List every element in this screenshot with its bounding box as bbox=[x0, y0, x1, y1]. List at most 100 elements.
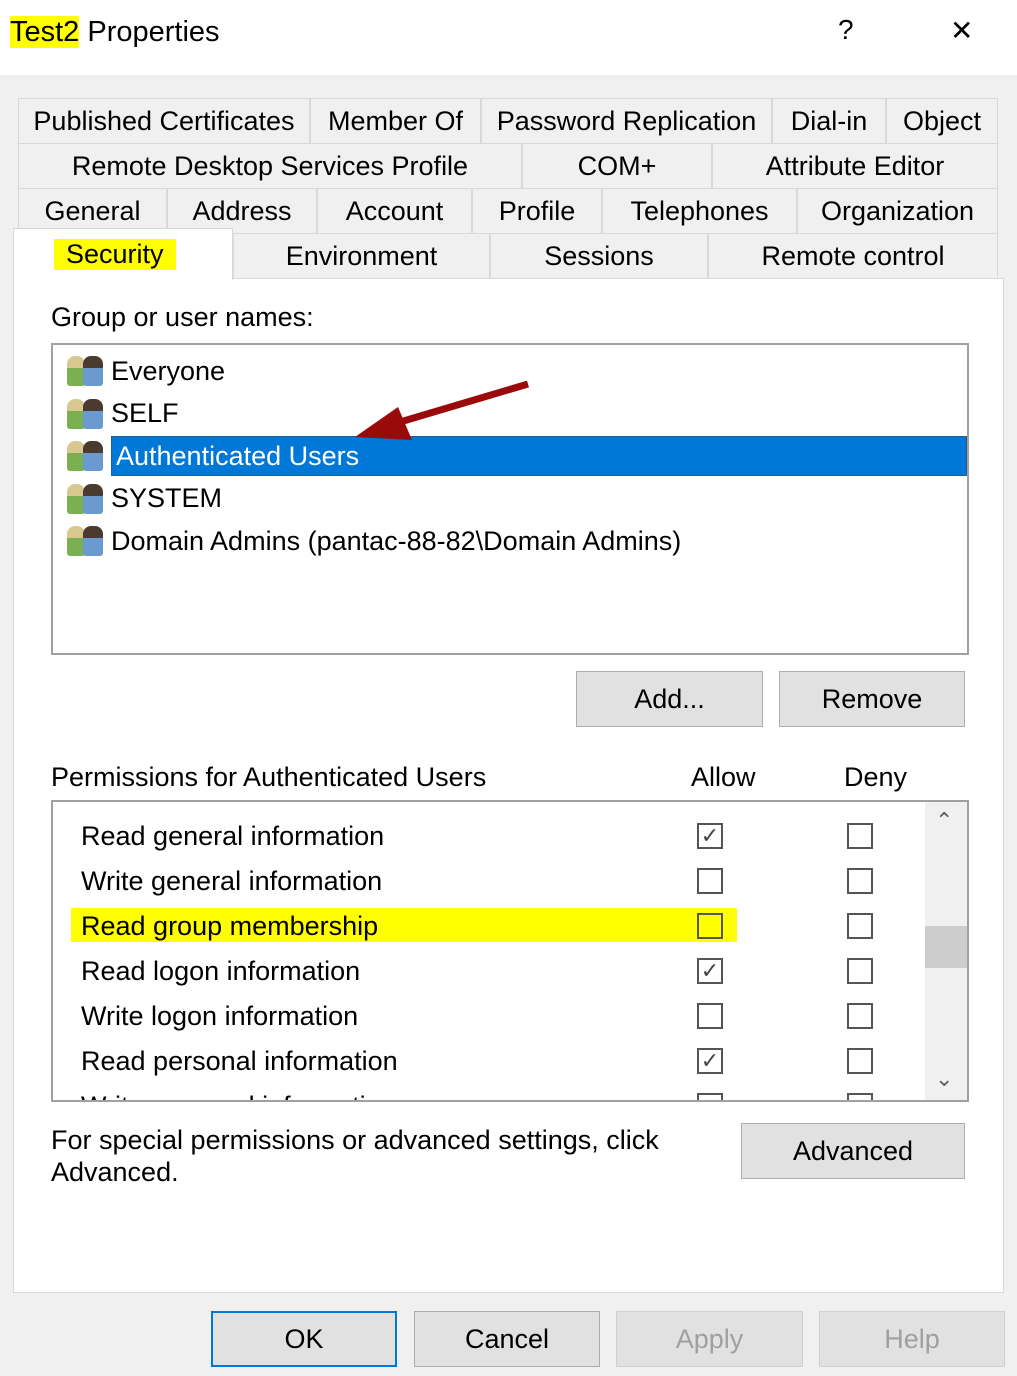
help-dialog-button[interactable]: Help bbox=[819, 1311, 1005, 1367]
users-group-icon bbox=[65, 524, 105, 558]
allow-checkbox[interactable] bbox=[697, 913, 723, 939]
tab-published-certificates[interactable]: Published Certificates bbox=[18, 98, 310, 143]
permission-name: Read group membership bbox=[81, 911, 379, 941]
allow-checkbox[interactable] bbox=[697, 1003, 723, 1029]
allow-checkbox[interactable]: ✓ bbox=[697, 1048, 723, 1074]
tab-environment[interactable]: Environment bbox=[233, 233, 490, 278]
tab-address[interactable]: Address bbox=[167, 188, 317, 233]
allow-checkbox[interactable] bbox=[697, 1093, 723, 1100]
window-title: Test2 Properties bbox=[10, 16, 220, 49]
tab-com-[interactable]: COM+ bbox=[522, 143, 712, 188]
add-button[interactable]: Add... bbox=[576, 671, 763, 727]
deny-checkbox[interactable] bbox=[847, 958, 873, 984]
deny-checkbox[interactable] bbox=[847, 868, 873, 894]
user-list-item[interactable]: SELF bbox=[65, 394, 179, 434]
tab-telephones[interactable]: Telephones bbox=[602, 188, 797, 233]
deny-checkbox[interactable] bbox=[847, 1003, 873, 1029]
tab-remote-control[interactable]: Remote control bbox=[708, 233, 998, 278]
title-highlight: Test2 bbox=[10, 16, 80, 48]
permission-name: Write general information bbox=[81, 866, 383, 896]
remove-button[interactable]: Remove bbox=[779, 671, 965, 727]
tab-label: Organization bbox=[820, 195, 975, 226]
permission-row: Write general information bbox=[53, 861, 923, 906]
user-name: Domain Admins (pantac-88-82\Domain Admin… bbox=[111, 525, 682, 556]
tab-attribute-editor[interactable]: Attribute Editor bbox=[712, 143, 998, 188]
user-name: SYSTEM bbox=[111, 483, 223, 513]
tab-sessions[interactable]: Sessions bbox=[490, 233, 708, 278]
tab-label: General bbox=[44, 195, 141, 226]
deny-header: Deny bbox=[844, 762, 908, 792]
deny-checkbox[interactable] bbox=[847, 823, 873, 849]
permission-name: Read logon information bbox=[81, 956, 361, 986]
permissions-label: Permissions for Authenticated Users bbox=[51, 762, 487, 792]
users-group-icon bbox=[65, 439, 105, 473]
permission-row: Read group membership bbox=[53, 906, 923, 951]
tab-password-replication[interactable]: Password Replication bbox=[481, 98, 772, 143]
tab-remote-desktop-services-profile[interactable]: Remote Desktop Services Profile bbox=[18, 143, 522, 188]
tab-object[interactable]: Object bbox=[886, 98, 998, 143]
users-group-icon bbox=[65, 354, 105, 388]
tab-profile[interactable]: Profile bbox=[472, 188, 602, 233]
ok-button[interactable]: OK bbox=[211, 1311, 397, 1367]
tab-label: Remote Desktop Services Profile bbox=[71, 150, 469, 181]
tab-label: Remote control bbox=[761, 240, 945, 271]
tab-label: Environment bbox=[285, 240, 438, 271]
tab-label: Security bbox=[54, 239, 176, 270]
tab-general[interactable]: General bbox=[18, 188, 167, 233]
tab-member-of[interactable]: Member Of bbox=[310, 98, 481, 143]
tab-account[interactable]: Account bbox=[317, 188, 472, 233]
advanced-button[interactable]: Advanced bbox=[741, 1123, 965, 1179]
allow-checkbox[interactable]: ✓ bbox=[697, 823, 723, 849]
permission-row: Read logon information ✓ bbox=[53, 951, 923, 996]
tab-label: Attribute Editor bbox=[765, 150, 945, 181]
deny-checkbox[interactable] bbox=[847, 913, 873, 939]
allow-checkbox[interactable]: ✓ bbox=[697, 958, 723, 984]
permission-name: Write logon information bbox=[81, 1001, 359, 1031]
cancel-button[interactable]: Cancel bbox=[414, 1311, 600, 1367]
apply-button[interactable]: Apply bbox=[616, 1311, 803, 1367]
deny-checkbox[interactable] bbox=[847, 1048, 873, 1074]
users-group-icon bbox=[65, 397, 105, 431]
permission-name: Write personal information bbox=[81, 1091, 396, 1100]
tab-label: COM+ bbox=[577, 150, 657, 181]
permission-row: Write personal information bbox=[53, 1086, 923, 1100]
scroll-down-icon[interactable]: ⌄ bbox=[935, 1066, 953, 1092]
tab-label: Telephones bbox=[630, 195, 769, 226]
permission-name: Read personal information bbox=[81, 1046, 398, 1076]
help-button[interactable]: ? bbox=[838, 14, 854, 46]
group-label: Group or user names: bbox=[51, 302, 314, 332]
close-icon[interactable]: ✕ bbox=[950, 14, 973, 47]
tab-organization[interactable]: Organization bbox=[797, 188, 998, 233]
allow-checkbox[interactable] bbox=[697, 868, 723, 894]
advanced-hint: For special permissions or advanced sett… bbox=[51, 1125, 659, 1187]
tab-label: Object bbox=[902, 105, 982, 136]
tab-label: Account bbox=[345, 195, 444, 226]
red-arrow-annotation bbox=[355, 380, 529, 440]
tab-label: Address bbox=[192, 195, 292, 226]
scrollbar-thumb[interactable] bbox=[925, 926, 967, 968]
user-name: Everyone bbox=[111, 355, 226, 386]
user-list-item[interactable]: Domain Admins (pantac-88-82\Domain Admin… bbox=[65, 521, 681, 561]
deny-checkbox[interactable] bbox=[847, 1093, 873, 1100]
title-rest: Properties bbox=[79, 16, 220, 48]
permission-row: Read personal information ✓ bbox=[53, 1041, 923, 1086]
tab-security[interactable]: Security bbox=[13, 228, 233, 280]
tab-label: Profile bbox=[498, 195, 576, 226]
permission-name: Read general information bbox=[81, 821, 385, 851]
user-list-item[interactable]: Everyone bbox=[65, 351, 225, 391]
tab-label: Password Replication bbox=[496, 105, 757, 136]
allow-header: Allow bbox=[691, 762, 756, 792]
tab-label: Published Certificates bbox=[33, 105, 295, 136]
users-group-icon bbox=[65, 482, 105, 516]
tab-dial-in[interactable]: Dial-in bbox=[772, 98, 886, 143]
permission-row: Read general information ✓ bbox=[53, 816, 923, 861]
tab-label: Sessions bbox=[544, 240, 654, 271]
user-name: SELF bbox=[111, 398, 179, 428]
tab-label: Member Of bbox=[327, 105, 464, 136]
scroll-up-icon[interactable]: ⌃ bbox=[935, 808, 953, 834]
permission-row: Write logon information bbox=[53, 996, 923, 1041]
user-list-item[interactable]: SYSTEM bbox=[65, 479, 222, 519]
tab-label: Dial-in bbox=[790, 105, 868, 136]
scrollbar[interactable]: ⌃ ⌄ bbox=[925, 802, 967, 1100]
permissions-list[interactable]: Write personal information Read personal … bbox=[51, 800, 969, 1102]
